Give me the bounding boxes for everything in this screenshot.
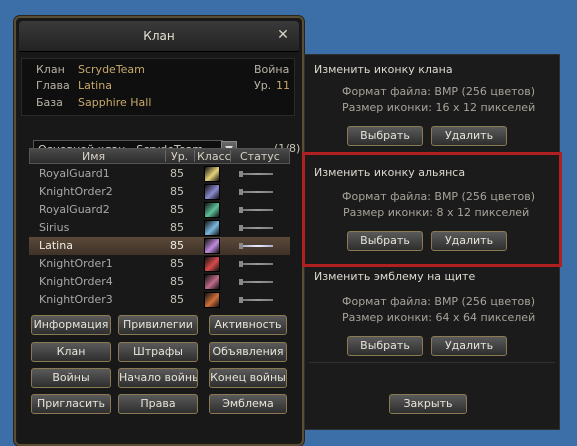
member-name: KnightOrder4	[39, 275, 113, 288]
class-icon	[204, 202, 220, 218]
clan-label: Клан	[36, 63, 65, 76]
shield-emblem-format: Формат файла: BMP (256 цветов)	[342, 295, 535, 308]
clan-name-value: ScrydeTeam	[78, 63, 145, 76]
info-button[interactable]: Информация	[31, 315, 111, 335]
base-value: Sapphire Hall	[78, 96, 152, 109]
member-name: KnightOrder1	[39, 257, 113, 270]
member-level: 85	[170, 293, 184, 306]
status-icon	[239, 171, 273, 177]
leader-value: Latina	[78, 79, 112, 92]
clan-button[interactable]: Клан	[31, 342, 111, 362]
class-icon	[204, 166, 220, 182]
class-icon	[204, 184, 220, 200]
leader-label: Глава	[36, 79, 70, 92]
member-name: Sirius	[39, 221, 70, 234]
close-icon[interactable]: ✕	[275, 27, 291, 43]
shield-emblem-select-button[interactable]: Выбрать	[347, 336, 423, 356]
base-label: База	[36, 96, 63, 109]
status-icon	[239, 261, 273, 267]
column-header-level[interactable]: Ур.	[171, 150, 188, 163]
class-icon	[204, 292, 220, 308]
start-war-button[interactable]: Начало войны	[118, 368, 198, 388]
war-label: Война	[254, 63, 290, 76]
status-icon	[239, 297, 273, 303]
class-icon	[204, 256, 220, 272]
window-titlebar[interactable]: Клан ✕	[19, 21, 299, 52]
member-name: KnightOrder3	[39, 293, 113, 306]
table-row[interactable]: KnightOrder3 85	[29, 291, 290, 309]
member-name: Latina	[39, 239, 73, 252]
table-row[interactable]: KnightOrder4 85	[29, 273, 290, 291]
status-icon	[239, 225, 273, 231]
member-name: KnightOrder2	[39, 185, 113, 198]
clan-icon-delete-button[interactable]: Удалить	[431, 126, 507, 146]
status-icon	[239, 279, 273, 285]
alliance-icon-section-title: Изменить иконку альянса	[314, 166, 466, 179]
clan-icon-size: Размер иконки: 16 x 12 пикселей	[342, 101, 536, 114]
table-row[interactable]: KnightOrder2 85	[29, 183, 290, 201]
announcements-button[interactable]: Объявления	[209, 342, 287, 362]
clan-icon-select-button[interactable]: Выбрать	[347, 126, 423, 146]
member-table-header: Имя Ур. Класс Статус	[29, 148, 290, 164]
class-icon	[204, 220, 220, 236]
level-label: Ур.	[254, 79, 272, 92]
invite-button[interactable]: Пригласить	[31, 394, 111, 414]
table-row[interactable]: KnightOrder1 85	[29, 255, 290, 273]
class-icon	[204, 238, 220, 254]
end-war-button[interactable]: Конец войны	[209, 368, 287, 388]
clan-icon-section-title: Изменить иконку клана	[314, 63, 453, 76]
table-row-selected[interactable]: Latina 85	[29, 237, 290, 255]
alliance-icon-select-button[interactable]: Выбрать	[347, 231, 423, 251]
shield-emblem-section-title: Изменить эмблему на щите	[314, 270, 476, 283]
column-header-name[interactable]: Имя	[82, 150, 105, 163]
column-header-status[interactable]: Статус	[240, 150, 280, 163]
member-level: 85	[170, 275, 184, 288]
privileges-button[interactable]: Привилегии	[118, 315, 198, 335]
table-row[interactable]: Sirius 85	[29, 219, 290, 237]
rights-button[interactable]: Права	[118, 394, 198, 414]
wars-button[interactable]: Войны	[31, 368, 111, 388]
column-header-class[interactable]: Класс	[197, 150, 231, 163]
member-level: 85	[170, 203, 184, 216]
status-icon	[239, 189, 273, 195]
alliance-icon-size: Размер иконки: 8 x 12 пикселей	[343, 206, 530, 219]
table-row[interactable]: RoyalGuard2 85	[29, 201, 290, 219]
clan-level-value: 11	[276, 79, 290, 92]
member-name: RoyalGuard2	[39, 203, 110, 216]
penalties-button[interactable]: Штрафы	[118, 342, 198, 362]
alliance-icon-delete-button[interactable]: Удалить	[431, 231, 507, 251]
member-level: 85	[170, 221, 184, 234]
member-level: 85	[170, 185, 184, 198]
close-button[interactable]: Закрыть	[389, 394, 467, 414]
shield-emblem-delete-button[interactable]: Удалить	[431, 336, 507, 356]
member-level: 85	[170, 257, 184, 270]
window-title: Клан	[143, 29, 175, 43]
table-row[interactable]: RoyalGuard1 85	[29, 165, 290, 183]
member-name: RoyalGuard1	[39, 167, 110, 180]
status-icon	[239, 243, 273, 249]
status-icon	[239, 207, 273, 213]
shield-emblem-size: Размер иконки: 64 x 64 пикселей	[342, 311, 536, 324]
member-level: 85	[170, 167, 184, 180]
class-icon	[204, 274, 220, 290]
icon-settings-panel: Изменить иконку клана Формат файла: BMP …	[302, 54, 562, 430]
emblem-button[interactable]: Эмблема	[209, 394, 287, 414]
clan-icon-format: Формат файла: BMP (256 цветов)	[342, 85, 535, 98]
clan-info-panel: Клан ScrydeTeam Война Глава Latina Ур. 1…	[21, 58, 295, 116]
member-level: 85	[170, 239, 184, 252]
alliance-icon-format: Формат файла: BMP (256 цветов)	[342, 190, 535, 203]
activity-button[interactable]: Активность	[209, 315, 287, 335]
